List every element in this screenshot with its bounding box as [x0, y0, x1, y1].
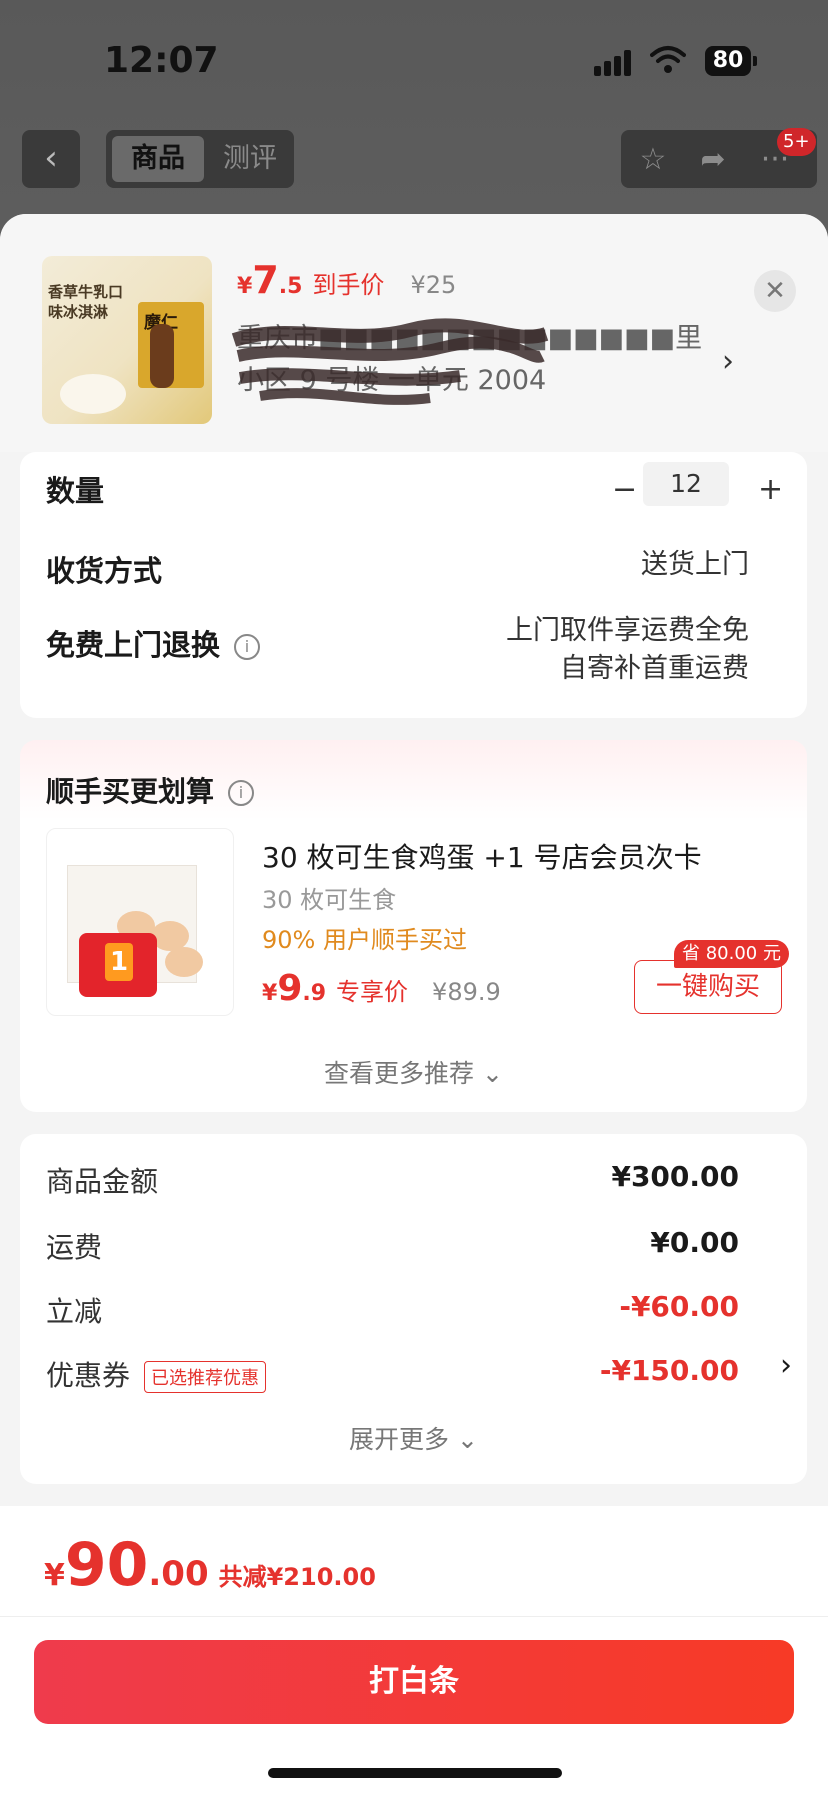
rec-original-price: ¥89.9: [432, 978, 501, 1006]
free-return-line2: 自寄补首重运费: [560, 653, 749, 684]
thumb-text: 香草牛乳口味冰淇淋: [48, 283, 124, 321]
coupon-tag: 已选推荐优惠: [144, 1361, 267, 1393]
more-recommend-link[interactable]: 查看更多推荐 ⌄: [20, 1054, 807, 1090]
rec-price-dec: .9: [302, 981, 327, 1006]
recommend-item-tag: 90% 用户顺手买过: [262, 926, 467, 954]
wifi-icon: [650, 44, 686, 76]
home-indicator: [268, 1768, 562, 1778]
info-icon[interactable]: i: [228, 780, 255, 806]
share-icon[interactable]: ➦: [693, 140, 733, 180]
product-thumbnail: 香草牛乳口味冰淇淋 魔仁: [42, 256, 212, 424]
total-symbol: ¥: [44, 1558, 65, 1593]
red-box-image: [79, 933, 157, 997]
summary-label-instant-off: 立减: [46, 1295, 103, 1328]
summary-value-goods: ¥300.00: [611, 1160, 739, 1193]
rec-price-int: 9: [277, 968, 303, 1009]
quantity-input[interactable]: 12: [643, 462, 729, 506]
price-dec: .5: [278, 274, 303, 299]
total-discount: 共减¥210.00: [218, 1563, 376, 1591]
chevron-left-icon: ‹: [44, 138, 58, 178]
cup-image: [60, 374, 126, 414]
status-time: 12:07: [104, 40, 219, 81]
free-return-line1: 上门取件享运费全免: [506, 615, 749, 646]
rec-price-symbol: ¥: [262, 981, 278, 1006]
delivery-method-value[interactable]: 送货上门: [641, 546, 749, 584]
chevron-down-icon: ⌄: [482, 1059, 503, 1088]
summary-label-goods: 商品金额: [46, 1165, 159, 1198]
quantity-minus-button[interactable]: −: [612, 472, 637, 507]
coupon-label-text: 优惠券: [46, 1359, 131, 1392]
status-bar: 12:07 80: [0, 0, 828, 110]
info-icon[interactable]: i: [234, 634, 261, 660]
summary-label-coupon[interactable]: 优惠券 已选推荐优惠: [46, 1354, 267, 1394]
more-recommend-text: 查看更多推荐: [324, 1059, 475, 1088]
product-header: 香草牛乳口味冰淇淋 魔仁 ¥7.5 到手价 ¥25 重庆市■■■■■■■■■■■■■…: [0, 214, 828, 452]
battery-icon: 80: [705, 46, 757, 76]
tab-group: 商品 测评: [106, 130, 294, 188]
recommend-item-name[interactable]: 30 枚可生食鸡蛋 +1 号店会员次卡: [262, 836, 702, 876]
total-int: 90: [64, 1530, 149, 1600]
chevron-right-icon[interactable]: ›: [780, 1348, 792, 1383]
tab-review[interactable]: 测评: [212, 136, 288, 182]
expand-more-link[interactable]: 展开更多 ⌄: [20, 1420, 807, 1456]
close-button[interactable]: ✕: [754, 270, 796, 312]
address-redaction: [231, 318, 549, 405]
price-summary-card: 商品金额 ¥300.00 运费 ¥0.00 立减 -¥60.00 优惠券 已选推荐…: [20, 1134, 807, 1484]
recommend-item-price: ¥9.9 专享价 ¥89.9: [262, 968, 501, 1009]
delivery-method-label: 收货方式: [46, 554, 163, 588]
star-icon[interactable]: ☆: [633, 140, 673, 180]
quantity-label: 数量: [46, 474, 105, 508]
total-dec: .00: [148, 1554, 209, 1594]
summary-value-coupon[interactable]: -¥150.00: [600, 1354, 739, 1387]
rec-price-label: 专享价: [336, 978, 409, 1006]
summary-label-shipping: 运费: [46, 1231, 103, 1264]
message-badge: 5+: [777, 128, 816, 156]
close-icon: ✕: [764, 276, 786, 306]
summary-value-shipping: ¥0.00: [650, 1226, 739, 1259]
recommend-item-image[interactable]: [46, 828, 234, 1016]
pay-button[interactable]: 打白条: [34, 1640, 794, 1724]
signal-icon: [594, 50, 636, 76]
checkout-footer: ¥90.00 共减¥210.00 打白条: [0, 1506, 828, 1796]
order-options-card: 数量 − 12 + 收货方式 送货上门 免费上门退换 i 上门取件享运费全免 自寄…: [20, 452, 807, 718]
price-symbol: ¥: [237, 274, 253, 299]
top-nav: ‹ 商品 测评 ☆ ➦ ···: [0, 130, 828, 190]
address-chevron-icon[interactable]: ›: [722, 344, 734, 379]
summary-value-instant-off: -¥60.00: [619, 1290, 739, 1323]
price-label: 到手价: [312, 271, 385, 299]
product-price-row: ¥7.5 到手价 ¥25: [237, 258, 456, 302]
order-sheet: 香草牛乳口味冰淇淋 魔仁 ¥7.5 到手价 ¥25 重庆市■■■■■■■■■■■■■…: [0, 214, 828, 1796]
back-button[interactable]: ‹: [22, 130, 80, 188]
recommend-title-text: 顺手买更划算: [46, 775, 215, 808]
save-badge: 省 80.00 元: [674, 940, 789, 968]
price-int: 7: [252, 258, 279, 302]
free-return-value: 上门取件享运费全免 自寄补首重运费: [506, 612, 749, 688]
free-return-label: 免费上门退换 i: [46, 622, 261, 664]
recommend-item-sub: 30 枚可生食: [262, 886, 397, 914]
free-return-text: 免费上门退换: [46, 628, 221, 662]
original-price: ¥25: [410, 271, 457, 299]
divider: [0, 1616, 828, 1617]
one-click-buy-button[interactable]: 一键购买: [634, 960, 782, 1014]
chevron-down-icon: ⌄: [457, 1425, 478, 1454]
total-price: ¥90.00 共减¥210.00: [44, 1530, 376, 1600]
recommend-title: 顺手买更划算 i: [46, 770, 255, 810]
expand-more-text: 展开更多: [349, 1425, 450, 1454]
egg-image: [165, 947, 203, 977]
recommend-card: 顺手买更划算 i 30 枚可生食鸡蛋 +1 号店会员次卡 30 枚可生食 90% …: [20, 740, 807, 1112]
ice-cream-bar-image: [150, 324, 174, 388]
quantity-plus-button[interactable]: +: [758, 472, 783, 507]
tab-product[interactable]: 商品: [112, 136, 204, 182]
